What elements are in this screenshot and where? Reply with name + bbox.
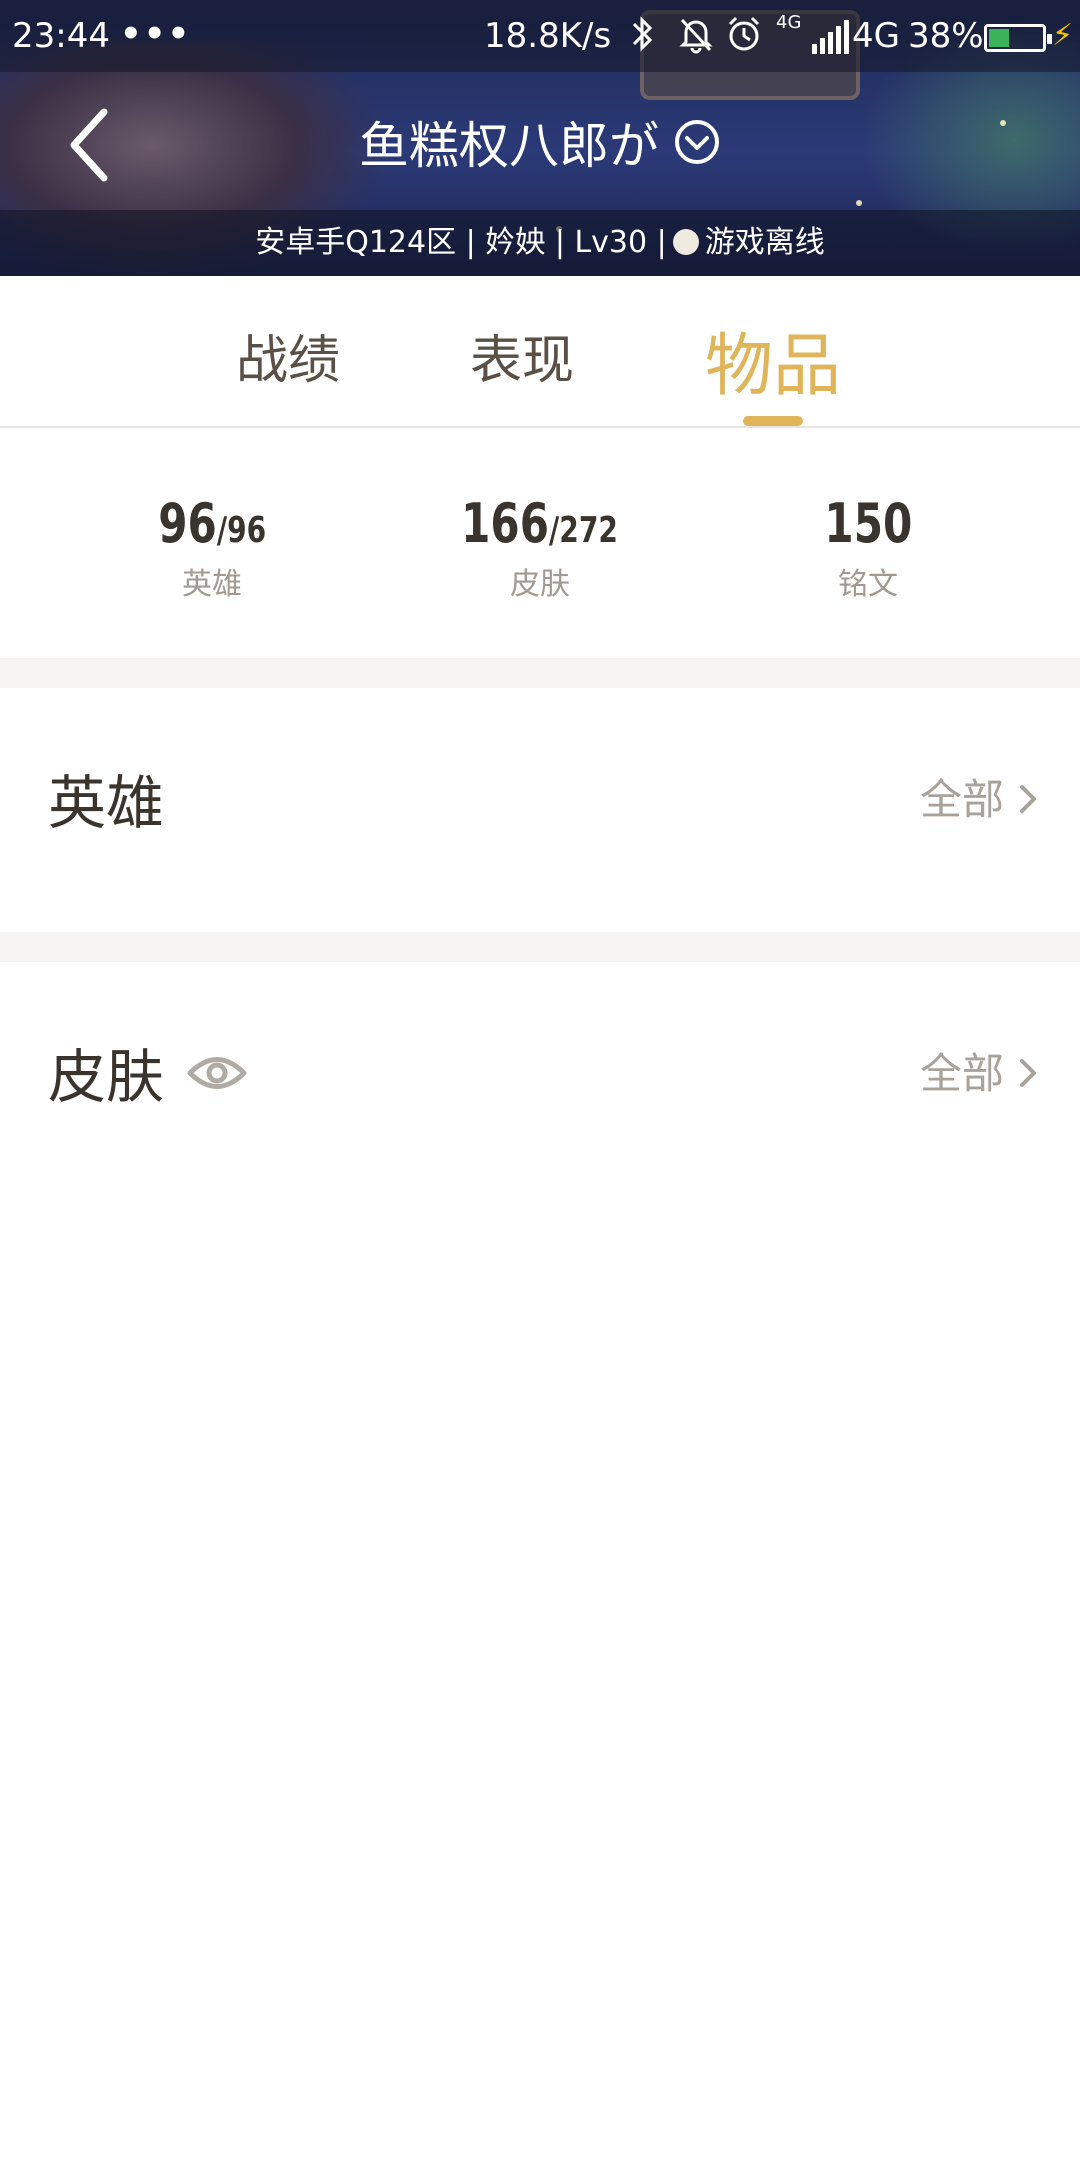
status-net-type: 4G [852, 16, 900, 56]
stat-value: 96 [158, 492, 217, 555]
status-net-small: 4G [776, 12, 802, 33]
player-server-info: 安卓手Q124区 | 妗姎 | Lv30 | [255, 225, 667, 260]
stat-inscriptions[interactable]: 150 铭文 [718, 492, 1018, 603]
profile-header: 23:44 ••• 18.8K/s 4G 4G 38% ⚡ 鱼糕权八郎が 安卓手… [0, 0, 1080, 276]
chevron-down-circle-icon[interactable] [673, 118, 721, 166]
stat-heroes[interactable]: 96/96 英雄 [62, 492, 362, 603]
skins-view-all-link[interactable]: 全部 [920, 1040, 1042, 1101]
stat-total: /96 [216, 510, 266, 551]
status-bar: 23:44 ••• 18.8K/s 4G 4G 38% ⚡ [0, 0, 1080, 72]
tab-bar: 战绩 表现 物品 [0, 276, 1080, 428]
player-title[interactable]: 鱼糕权八郎が [0, 106, 1080, 178]
stat-skins[interactable]: 166/272 皮肤 [390, 492, 690, 603]
section-title: 英雄 [48, 769, 165, 837]
tab-items[interactable]: 物品 [683, 310, 863, 409]
tab-record[interactable]: 战绩 [198, 318, 378, 393]
item-stats: 96/96 英雄 166/272 皮肤 150 铭文 [0, 428, 1080, 658]
tab-performance[interactable]: 表现 [432, 318, 612, 393]
signal-icon [812, 20, 849, 54]
active-tab-indicator [743, 416, 803, 426]
bell-off-icon [676, 14, 716, 63]
star-decoration [856, 200, 862, 206]
stat-total: /272 [549, 510, 619, 551]
status-time: 23:44 [12, 16, 110, 56]
stat-label: 英雄 [182, 567, 242, 602]
battery-fill [989, 29, 1009, 47]
charging-icon: ⚡ [1052, 18, 1074, 53]
chevron-right-icon [1020, 785, 1036, 813]
heroes-section: 英雄 全部 [0, 688, 1080, 932]
chevron-right-icon [1020, 1059, 1036, 1087]
stat-value: 166 [461, 492, 550, 555]
bluetooth-icon [628, 14, 658, 63]
section-divider [0, 932, 1080, 962]
player-info: 安卓手Q124区 | 妗姎 | Lv30 | 游戏离线 [0, 210, 1080, 276]
stat-label: 铭文 [838, 567, 898, 602]
skins-section: 皮肤 全部 [0, 962, 1080, 2160]
battery-percent: 38% [908, 16, 984, 56]
section-divider [0, 658, 1080, 688]
status-more-icon: ••• [120, 14, 192, 54]
status-net-speed: 18.8K/s [484, 16, 612, 56]
view-all-label: 全部 [919, 775, 1004, 824]
view-all-label: 全部 [919, 1049, 1004, 1098]
battery-icon [984, 24, 1052, 52]
heroes-view-all-link[interactable]: 全部 [920, 766, 1042, 827]
player-name: 鱼糕权八郎が [359, 117, 659, 175]
stat-value: 150 [824, 492, 912, 555]
section-title: 皮肤 [48, 1043, 165, 1111]
player-status: 游戏离线 [704, 225, 825, 260]
eye-icon[interactable] [186, 1050, 248, 1096]
stat-label: 皮肤 [510, 567, 570, 602]
alarm-icon [724, 14, 764, 63]
status-dot-icon [672, 228, 699, 255]
